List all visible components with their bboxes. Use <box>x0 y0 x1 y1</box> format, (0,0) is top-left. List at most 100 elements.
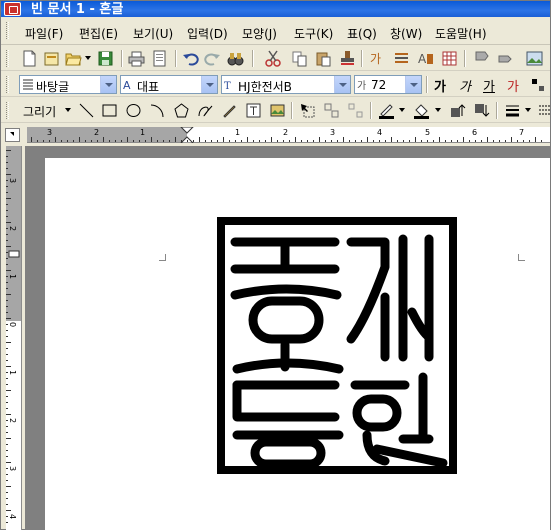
group-icon[interactable] <box>323 102 340 119</box>
toolbar-grip[interactable] <box>6 76 9 93</box>
hyperlink-icon[interactable] <box>497 50 514 67</box>
copy-icon[interactable] <box>291 50 308 67</box>
line-tool-icon[interactable] <box>78 102 95 119</box>
ruler-tick <box>391 137 392 142</box>
select-object-icon[interactable] <box>299 102 316 119</box>
ruler-tick <box>43 140 44 142</box>
chevron-down-icon[interactable] <box>201 76 217 93</box>
separator <box>175 50 177 67</box>
underline-button[interactable]: 가 <box>483 76 495 95</box>
hangul-app-icon[interactable] <box>4 2 21 16</box>
menu-help[interactable]: 도움말(H) <box>435 25 487 42</box>
ungroup-icon[interactable] <box>347 102 364 119</box>
ruler-tick <box>37 140 38 142</box>
svg-text:A: A <box>418 52 427 66</box>
font-select[interactable]: T HJ한전서B <box>221 75 351 94</box>
toolbar-grip[interactable] <box>6 50 9 67</box>
seal-stamp-image[interactable] <box>217 217 457 474</box>
text-color-button[interactable]: 가 <box>507 76 519 95</box>
chevron-down-icon[interactable] <box>334 76 350 93</box>
line-style-dropdown-icon[interactable] <box>525 108 531 112</box>
fill-color-dropdown-icon[interactable] <box>435 108 441 112</box>
menu-tools[interactable]: 도구(K) <box>294 25 333 42</box>
menu-window[interactable]: 창(W) <box>390 25 422 42</box>
document-page[interactable] <box>45 158 550 530</box>
style-select[interactable]: 바탕글 <box>19 75 117 94</box>
arc-tool-icon[interactable] <box>149 102 166 119</box>
send-backward-icon[interactable] <box>473 102 490 119</box>
ruler-tick <box>361 140 362 142</box>
toolbar-grip[interactable] <box>6 102 9 119</box>
ruler-number: 1 <box>235 128 241 137</box>
undo-icon[interactable] <box>182 50 199 67</box>
line-style-icon[interactable] <box>504 102 521 119</box>
menu-edit[interactable]: 편집(E) <box>79 25 118 42</box>
menu-format[interactable]: 모양(J) <box>242 25 277 42</box>
ruler-tick <box>187 140 188 142</box>
redo-icon[interactable] <box>204 50 221 67</box>
bold-button[interactable]: 가 <box>434 76 446 95</box>
draw-dropdown-icon[interactable] <box>65 108 71 112</box>
print-preview-icon[interactable] <box>151 50 168 67</box>
more-options-icon[interactable] <box>529 76 546 93</box>
ruler-tick <box>421 140 422 142</box>
stamp-icon[interactable] <box>339 50 356 67</box>
polygon-tool-icon[interactable] <box>173 102 190 119</box>
print-icon[interactable] <box>128 50 145 67</box>
open-dropdown-icon[interactable] <box>85 56 91 60</box>
menu-insert[interactable]: 입력(D) <box>187 25 228 42</box>
line-type-icon[interactable] <box>537 102 551 119</box>
ruler-number: 1 <box>8 369 18 376</box>
menu-table[interactable]: 표(Q) <box>347 25 377 42</box>
separator <box>291 102 293 119</box>
v-ruler-marker-icon[interactable] <box>8 250 20 258</box>
rectangle-tool-icon[interactable] <box>101 102 118 119</box>
ellipse-tool-icon[interactable] <box>125 102 142 119</box>
horizontal-ruler[interactable]: 3 2 1 1 2 3 4 5 6 7 <box>27 127 550 143</box>
title-bar[interactable]: 빈 문서 1 - 혼글 <box>1 1 550 17</box>
ruler-tab-selector[interactable] <box>5 128 20 142</box>
ruler-tick <box>367 137 368 142</box>
draw-menu-label[interactable]: 그리기 <box>23 103 56 120</box>
ruler-tick <box>403 140 404 142</box>
paste-icon[interactable] <box>315 50 332 67</box>
template-icon[interactable] <box>43 50 60 67</box>
font-language-select[interactable]: A 대표 <box>120 75 218 94</box>
save-icon[interactable] <box>97 50 114 67</box>
fill-color-bucket-icon[interactable] <box>413 102 430 119</box>
vertical-ruler[interactable]: 3 2 1 0 1 2 3 4 <box>6 146 22 530</box>
table-icon[interactable] <box>441 50 458 67</box>
open-folder-icon[interactable] <box>65 50 82 67</box>
chevron-down-icon[interactable] <box>100 76 116 93</box>
font-size-select[interactable]: 가 72 <box>354 75 422 94</box>
curve-tool-icon[interactable] <box>197 102 214 119</box>
ruler-tick <box>247 137 248 142</box>
style-icon[interactable]: A <box>417 50 434 67</box>
line-color-dropdown-icon[interactable] <box>399 108 405 112</box>
menubar-grip[interactable] <box>6 22 9 39</box>
line-color-icon[interactable] <box>378 102 395 119</box>
svg-text:가: 가 <box>370 52 381 66</box>
menu-view[interactable]: 보기(U) <box>133 25 173 42</box>
find-binoculars-icon[interactable] <box>227 50 244 67</box>
menu-file[interactable]: 파일(F) <box>25 25 63 42</box>
bookmark-icon[interactable] <box>473 50 490 67</box>
chevron-down-icon[interactable] <box>405 76 421 93</box>
ruler-tick <box>6 468 8 469</box>
picture-tool-icon[interactable] <box>269 102 286 119</box>
bring-forward-icon[interactable] <box>449 102 466 119</box>
ruler-tick <box>6 216 8 217</box>
cut-scissors-icon[interactable] <box>265 50 282 67</box>
new-document-icon[interactable] <box>21 50 38 67</box>
document-workspace[interactable] <box>25 146 550 530</box>
freehand-pen-icon[interactable] <box>221 102 238 119</box>
char-shape-icon[interactable]: 가 <box>369 50 386 67</box>
ruler-tick <box>6 282 8 283</box>
textbox-tool-icon[interactable] <box>245 102 262 119</box>
separator <box>252 50 254 67</box>
insert-picture-icon[interactable] <box>526 50 543 67</box>
ruler-tick <box>289 140 290 142</box>
ruler-tick <box>133 140 134 142</box>
para-shape-icon[interactable] <box>393 50 410 67</box>
italic-button[interactable]: 가 <box>459 76 471 95</box>
